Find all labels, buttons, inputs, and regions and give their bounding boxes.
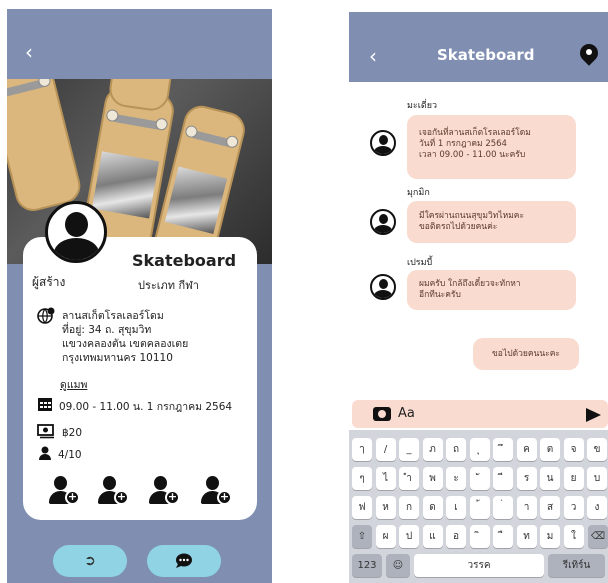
event-type: ประเภท กีฬา (138, 279, 199, 292)
keyboard-key[interactable]: _ (399, 438, 419, 461)
keyboard-key[interactable]: ื (493, 525, 513, 548)
keyboard-key[interactable]: ิ (469, 525, 490, 548)
keyboard-key[interactable]: ๆ (352, 467, 372, 490)
add-user-icon[interactable]: + (201, 476, 233, 506)
keyboard-key[interactable]: / (375, 438, 396, 461)
keyboard-key[interactable]: ่ (493, 496, 513, 519)
keyboard-key[interactable]: อ (446, 525, 466, 548)
keyboard-key[interactable]: ี (493, 467, 513, 490)
person-icon (38, 446, 52, 465)
chat-title: Skateboard (437, 46, 535, 64)
camera-icon[interactable] (373, 407, 391, 421)
keyboard-key[interactable]: ภ (422, 438, 443, 461)
keyboard-key[interactable]: ม (540, 525, 560, 548)
keyboard-key[interactable]: ะ (446, 467, 466, 490)
address-line: ลานสเก็ตโรลเลอร์โดม (62, 310, 164, 322)
keyboard-key[interactable]: ส (540, 496, 560, 519)
map-pin-icon[interactable] (576, 40, 602, 66)
sender-avatar[interactable] (370, 130, 396, 156)
numbers-key[interactable]: 123 (352, 554, 382, 577)
event-price: ฿20 (62, 427, 83, 439)
add-user-icon[interactable]: + (49, 476, 81, 506)
delete-icon[interactable]: ⌫ (588, 525, 608, 548)
message-sender: มุกมิก (407, 188, 430, 198)
view-map-link[interactable]: ดูแมพ (60, 376, 87, 393)
keyboard-key[interactable]: ร (516, 467, 537, 490)
event-title: Skateboard (132, 251, 237, 270)
my-chat-message: ขอไปด้วยคนนะคะ (473, 338, 579, 370)
screenshot-stage: ‹ Skateboard ผู้สร้าง ประเภท กีฬา ลานสเก… (0, 0, 608, 583)
event-detail-screen: ‹ Skateboard ผู้สร้าง ประเภท กีฬา ลานสเก… (7, 9, 272, 583)
exit-button[interactable]: ➲ (53, 545, 127, 577)
keyboard-key[interactable]: เ (446, 496, 466, 519)
message-input[interactable]: Aa (352, 400, 608, 428)
chat-message: เจอกันที่ลานสเก็ตโรลเลอร์โดม วันที่ 1 กร… (407, 115, 576, 179)
participant-count: 4/10 (58, 449, 82, 461)
calendar-icon (37, 396, 53, 416)
sender-avatar[interactable] (370, 209, 396, 235)
shift-icon[interactable]: ⇧ (352, 525, 372, 548)
send-icon[interactable] (586, 408, 601, 422)
back-chevron-icon[interactable]: ‹ (25, 42, 43, 62)
keyboard-key[interactable]: ค (516, 438, 537, 461)
keyboard-key[interactable]: พ (422, 467, 443, 490)
keyboard-key[interactable]: บ (587, 467, 607, 490)
exit-icon: ➲ (84, 553, 96, 569)
message-placeholder: Aa (398, 406, 415, 421)
add-user-icon[interactable]: + (98, 476, 130, 506)
chat-message: ผมครับ ใกล้ถึงเดี๋ยวจะทักหา อีกทีนะครับ (407, 270, 576, 310)
keyboard-key[interactable]: ข (587, 438, 607, 461)
creator-label: ผู้สร้าง (32, 275, 66, 289)
keyboard-key[interactable]: ุ (469, 438, 490, 461)
chat-button[interactable] (147, 545, 221, 577)
keyboard-key[interactable]: ด (422, 496, 443, 519)
keyboard-key[interactable]: ถ (446, 438, 466, 461)
event-address: ลานสเก็ตโรลเลอร์โดม ที่อยู่: 34 ถ. สุขุม… (62, 309, 242, 365)
group-chat-screen: ‹ Skateboard มะเดี่ยว เจอกันที่ลานสเก็ตโ… (349, 12, 608, 583)
add-user-icon[interactable]: + (149, 476, 181, 506)
keyboard-key[interactable]: จ (563, 438, 584, 461)
keyboard-key[interactable]: ก (399, 496, 419, 519)
chat-icon (176, 553, 192, 568)
keyboard-key[interactable]: ๅ (352, 438, 372, 461)
sender-avatar[interactable] (370, 274, 396, 300)
back-chevron-icon[interactable]: ‹ (369, 46, 377, 66)
keyboard-key[interactable]: ห (375, 496, 396, 519)
creator-avatar[interactable] (45, 201, 107, 263)
keyboard-key[interactable]: ง (587, 496, 607, 519)
globe-pin-icon (37, 307, 55, 329)
keyboard-key[interactable]: ป (399, 525, 419, 548)
keyboard-key[interactable]: แ (422, 525, 443, 548)
address-line: แขวงคลองตัน เขตคลองเตย (62, 338, 189, 350)
keyboard-key[interactable]: ใ (563, 525, 584, 548)
keyboard-key[interactable]: ท (516, 525, 537, 548)
keyboard-key[interactable]: ต (540, 438, 560, 461)
address-line: ที่อยู่: 34 ถ. สุขุมวิท (62, 324, 152, 336)
keyboard-key[interactable]: ้ (469, 496, 490, 519)
thai-keyboard: ๅ/_ภถุึคตจขๆไำพะัีรนยบฟหกดเ้่าสวง ⇧ผปแอิื… (349, 430, 608, 583)
keyboard-key[interactable]: น (540, 467, 560, 490)
space-key[interactable]: วรรค (414, 554, 544, 577)
keyboard-key[interactable]: ว (563, 496, 584, 519)
keyboard-key[interactable]: า (516, 496, 537, 519)
money-icon (37, 423, 55, 443)
keyboard-key[interactable]: ั (469, 467, 490, 490)
keyboard-key[interactable]: ำ (399, 467, 419, 490)
message-sender: เปรมบี้ (407, 258, 433, 268)
address-line: กรุงเทพมหานคร 10110 (62, 352, 173, 364)
skateboard-image (7, 79, 85, 215)
keyboard-key[interactable]: ผ (375, 525, 396, 548)
event-datetime: 09.00 - 11.00 น. 1 กรกฎาคม 2564 (59, 401, 233, 413)
keyboard-key[interactable]: ย (563, 467, 584, 490)
return-key[interactable]: รีเทิร์น (548, 554, 605, 577)
chat-message: มีใครผ่านถนนสุขุมวิทไหมคะ ขอติดรถไปด้วยค… (407, 201, 576, 243)
keyboard-key[interactable]: ฟ (352, 496, 372, 519)
emoji-icon[interactable]: ☺ (386, 554, 410, 577)
keyboard-key[interactable]: ึ (493, 438, 513, 461)
keyboard-key[interactable]: ไ (375, 467, 396, 490)
message-sender: มะเดี่ยว (407, 101, 438, 111)
